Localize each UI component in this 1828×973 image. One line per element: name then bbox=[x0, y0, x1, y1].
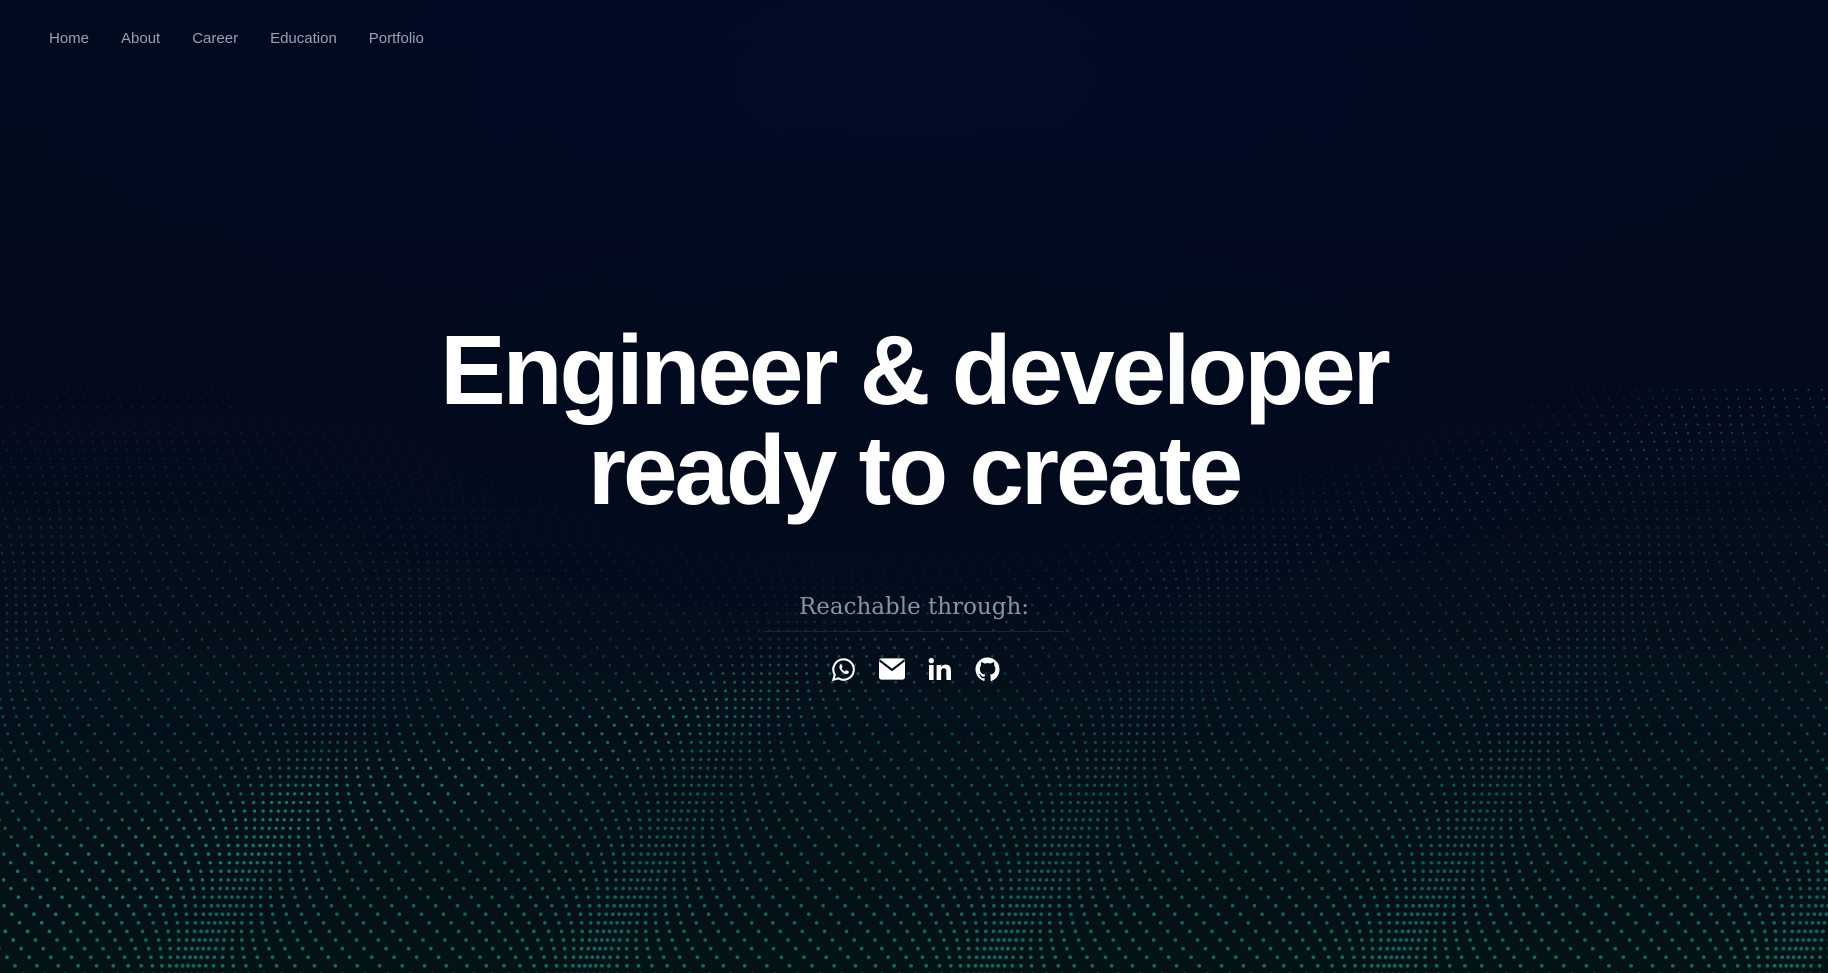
github-link[interactable] bbox=[975, 656, 1001, 682]
email-link[interactable] bbox=[878, 656, 905, 682]
top-navigation: Home About Career Education Portfolio bbox=[49, 27, 456, 51]
hero-heading-line-2: ready to create bbox=[587, 415, 1243, 525]
reachable-label: Reachable through: bbox=[764, 589, 1064, 632]
whatsapp-link[interactable] bbox=[831, 656, 857, 682]
nav-about-link[interactable]: About bbox=[121, 27, 160, 51]
envelope-icon bbox=[878, 658, 905, 680]
linkedin-icon bbox=[928, 657, 951, 680]
hero-heading-line-1: Engineer & developer bbox=[440, 315, 1391, 425]
github-icon bbox=[975, 657, 1000, 681]
nav-career-link[interactable]: Career bbox=[192, 27, 238, 51]
hero-section: Engineer & developer ready to create bbox=[0, 320, 1828, 520]
nav-portfolio-link[interactable]: Portfolio bbox=[369, 27, 424, 51]
nav-home-link[interactable]: Home bbox=[49, 27, 89, 51]
social-links bbox=[0, 656, 1828, 682]
linkedin-link[interactable] bbox=[927, 656, 953, 682]
contact-section: Reachable through: bbox=[764, 589, 1064, 632]
nav-education-link[interactable]: Education bbox=[270, 27, 337, 51]
whatsapp-icon bbox=[831, 657, 855, 681]
hero-heading: Engineer & developer ready to create bbox=[0, 320, 1828, 520]
